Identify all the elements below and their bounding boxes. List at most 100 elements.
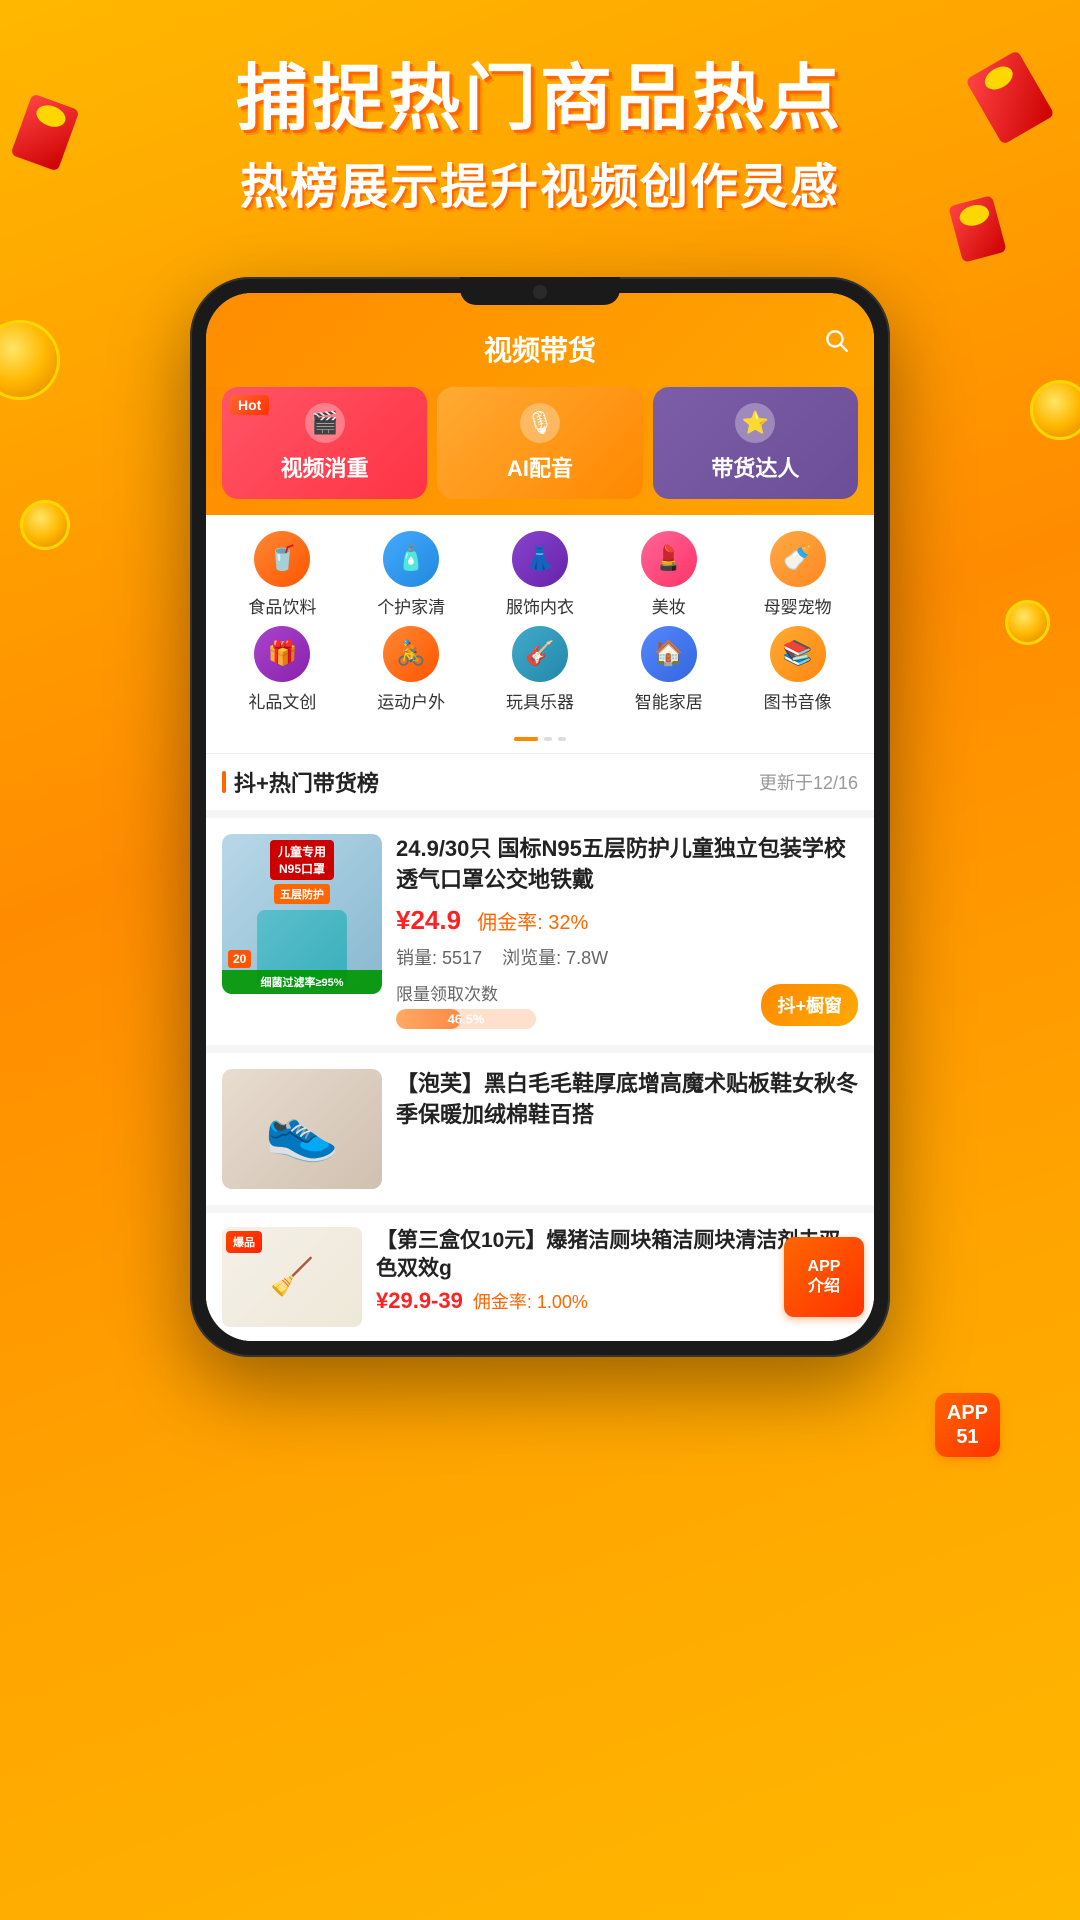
product-num-badge: 20 (228, 950, 251, 968)
phone-screen: 视频带货 Hot 🎬 视频消重 (206, 293, 874, 1342)
category-books[interactable]: 📚 图书音像 (737, 626, 858, 713)
shoe-icon: 👟 (265, 1094, 340, 1165)
feature-cards-section: Hot 🎬 视频消重 🎙 AI配音 ⭐ 带货达人 (206, 387, 874, 515)
cat-care-label: 个护家清 (377, 593, 445, 618)
cat-baby-icon: 🍼 (770, 531, 826, 587)
cat-home-label: 智能家居 (635, 688, 703, 713)
feature-card-video[interactable]: Hot 🎬 视频消重 (222, 387, 427, 499)
search-button[interactable] (818, 322, 854, 358)
tab-dot-1 (544, 737, 552, 741)
hot-list-title-text: 抖+热门带货榜 (234, 766, 379, 798)
product-info-1: 24.9/30只 国标N95五层防护儿童独立包装学校透气口罩公交地铁戴 ¥24.… (396, 834, 858, 1030)
cat-clothing-label: 服饰内衣 (506, 593, 574, 618)
product-card-1[interactable]: 儿童专用N95口罩 五层防护 20 细菌过滤率≥95% 24.9/30只 国标N… (206, 818, 874, 1046)
feature-card-label-ai: AI配音 (507, 451, 573, 483)
cat-beauty-label: 美妆 (652, 593, 686, 618)
categories-section: 🥤 食品饮料 🧴 个护家清 👗 服饰内衣 💄 (206, 515, 874, 729)
progress-text-1: 46.5% (448, 1012, 485, 1027)
product-title-1: 24.9/30只 国标N95五层防护儿童独立包装学校透气口罩公交地铁戴 (396, 834, 858, 896)
app-content: 视频带货 Hot 🎬 视频消重 (206, 293, 874, 1342)
hot-list-bar-icon (222, 771, 226, 793)
cat-toys-icon: 🎸 (512, 626, 568, 682)
hot-list-title: 抖+热门带货榜 (222, 766, 379, 798)
product-sales-1: 销量: 5517 (396, 944, 482, 970)
progress-bar-1: 46.5% (396, 1009, 536, 1029)
phone-mockup: 视频带货 Hot 🎬 视频消重 (190, 277, 890, 1358)
category-food[interactable]: 🥤 食品饮料 (222, 531, 343, 618)
cat-baby-label: 母婴宠物 (764, 593, 832, 618)
feature-card-icon-ai: 🎙 (520, 403, 560, 443)
app-51-badge[interactable]: APP 51 (935, 1393, 1000, 1457)
product-img-label-1: 儿童专用N95口罩 (270, 840, 334, 880)
app-intro-badge[interactable]: APP 介绍 (784, 1237, 864, 1317)
product-title-2: 【泡芙】黑白毛毛鞋厚底增高魔术贴板鞋女秋冬季保暖加绒棉鞋百搭 (396, 1069, 858, 1131)
product-bottom-row-1: 限量领取次数 46.5% 抖+橱窗 (396, 980, 858, 1029)
feature-card-ai[interactable]: 🎙 AI配音 (437, 387, 642, 499)
cat-books-icon: 📚 (770, 626, 826, 682)
product-card-3[interactable]: 🧹 爆品 【第三盒仅10元】爆猪洁厕块箱洁厕块清洁剂去双色双效g ¥29.9-3… (206, 1213, 874, 1341)
cat-clothing-icon: 👗 (512, 531, 568, 587)
cat-food-icon: 🥤 (254, 531, 310, 587)
limit-label-1: 限量领取次数 (396, 980, 536, 1005)
feature-card-icon-video: 🎬 (305, 403, 345, 443)
header-section: 捕捉热门商品热点 热榜展示提升视频创作灵感 (0, 0, 1080, 237)
product-image-3: 🧹 爆品 (222, 1227, 362, 1327)
category-home[interactable]: 🏠 智能家居 (608, 626, 729, 713)
platform-badge-1[interactable]: 抖+橱窗 (761, 984, 858, 1026)
tab-dot-active (514, 737, 538, 741)
product-image-1: 儿童专用N95口罩 五层防护 20 细菌过滤率≥95% (222, 834, 382, 994)
tab-dot-2 (558, 737, 566, 741)
cat-sports-icon: 🚴 (383, 626, 439, 682)
cat-food-label: 食品饮料 (248, 593, 316, 618)
hot-list-header: 抖+热门带货榜 更新于12/16 (206, 753, 874, 810)
feature-card-label-video: 视频消重 (281, 451, 369, 483)
explosion-badge: 爆品 (226, 1231, 262, 1253)
cat-care-icon: 🧴 (383, 531, 439, 587)
feature-card-kol[interactable]: ⭐ 带货达人 (653, 387, 858, 499)
cat-beauty-icon: 💄 (641, 531, 697, 587)
product-image-2: 👟 (222, 1069, 382, 1189)
phone-container: 视频带货 Hot 🎬 视频消重 (0, 277, 1080, 1358)
product-views-1: 浏览量: 7.8W (502, 944, 608, 970)
product-card-2[interactable]: 👟 【泡芙】黑白毛毛鞋厚底增高魔术贴板鞋女秋冬季保暖加绒棉鞋百搭 (206, 1053, 874, 1205)
category-beauty[interactable]: 💄 美妆 (608, 531, 729, 618)
feature-card-icon-kol: ⭐ (735, 403, 775, 443)
cat-gift-label: 礼品文创 (248, 688, 316, 713)
product-img-sublabel-1: 五层防护 (274, 884, 330, 904)
cat-home-icon: 🏠 (641, 626, 697, 682)
product-commission-1: 佣金率: 32% (477, 906, 588, 935)
category-gift[interactable]: 🎁 礼品文创 (222, 626, 343, 713)
category-sports[interactable]: 🚴 运动户外 (351, 626, 472, 713)
phone-camera (533, 285, 547, 299)
category-baby[interactable]: 🍼 母婴宠物 (737, 531, 858, 618)
product-price-1: ¥24.9 (396, 905, 461, 936)
phone-notch (460, 277, 620, 305)
app-51-badge-container: APP 51 (935, 1393, 1000, 1457)
product-bottom-label: 细菌过滤率≥95% (222, 970, 382, 994)
tab-indicator-row (206, 729, 874, 753)
category-clothing[interactable]: 👗 服饰内衣 (480, 531, 601, 618)
product-stats-1: 销量: 5517 浏览量: 7.8W (396, 944, 858, 970)
app-header-title: 视频带货 (484, 329, 596, 369)
update-time: 更新于12/16 (759, 769, 858, 795)
product-price-row-1: ¥24.9 佣金率: 32% (396, 905, 858, 936)
product-price-3: ¥29.9-39 (376, 1288, 463, 1314)
hot-badge: Hot (230, 395, 269, 415)
product-commission-3: 佣金率: 1.00% (473, 1288, 588, 1314)
category-care[interactable]: 🧴 个护家清 (351, 531, 472, 618)
product-info-2: 【泡芙】黑白毛毛鞋厚底增高魔术贴板鞋女秋冬季保暖加绒棉鞋百搭 (396, 1069, 858, 1189)
feature-card-label-kol: 带货达人 (711, 451, 799, 483)
cat-sports-label: 运动户外 (377, 688, 445, 713)
category-toys[interactable]: 🎸 玩具乐器 (480, 626, 601, 713)
product-list: 儿童专用N95口罩 五层防护 20 细菌过滤率≥95% 24.9/30只 国标N… (206, 818, 874, 1342)
cat-toys-label: 玩具乐器 (506, 688, 574, 713)
cat-gift-icon: 🎁 (254, 626, 310, 682)
cat-books-label: 图书音像 (764, 688, 832, 713)
bottom-area: APP 51 (0, 1357, 1080, 1477)
toilet-cleaner-icon: 🧹 (270, 1256, 315, 1298)
sub-title: 热榜展示提升视频创作灵感 (40, 159, 1040, 217)
app-header: 视频带货 (206, 293, 874, 387)
main-title: 捕捉热门商品热点 (40, 60, 1040, 139)
categories-row-2: 🎁 礼品文创 🚴 运动户外 🎸 玩具乐器 🏠 (222, 626, 858, 713)
categories-row-1: 🥤 食品饮料 🧴 个护家清 👗 服饰内衣 💄 (222, 531, 858, 618)
